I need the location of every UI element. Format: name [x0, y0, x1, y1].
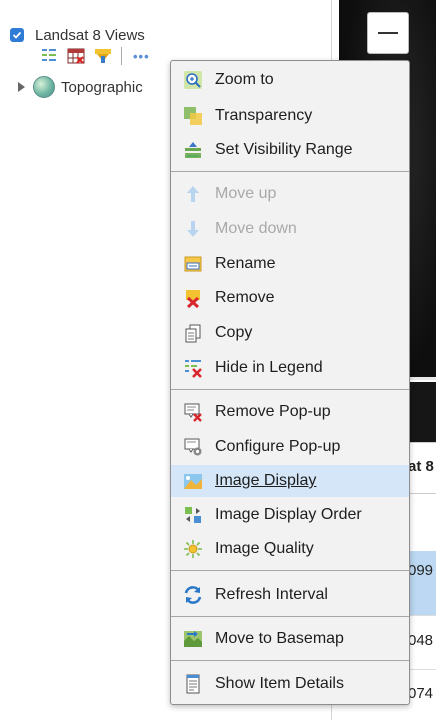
- zoom-out-button[interactable]: [367, 12, 409, 54]
- transparency-icon: [183, 106, 203, 126]
- menu-item-move-down: Move down: [171, 213, 409, 245]
- menu-item-label: Refresh Interval: [215, 586, 328, 603]
- rename-icon: [183, 254, 203, 274]
- copy-icon: [183, 323, 203, 343]
- menu-item-image-display[interactable]: Image Display: [171, 465, 409, 497]
- menu-item-label: Image Quality: [215, 540, 314, 557]
- menu-item-label: Rename: [215, 255, 276, 272]
- menu-item-label: Image Display Order: [215, 506, 362, 523]
- menu-item-label: Remove: [215, 289, 275, 306]
- arrow-down-icon: [183, 219, 203, 239]
- menu-item-move-to-basemap[interactable]: Move to Basemap: [171, 623, 409, 655]
- menu-item-configure-popup[interactable]: Configure Pop-up: [171, 431, 409, 463]
- arrow-up-icon: [183, 184, 203, 204]
- layer-tools: •••: [40, 45, 150, 67]
- menu-item-label: Image Display: [215, 472, 317, 489]
- expand-arrow-icon[interactable]: [18, 82, 25, 92]
- minus-icon: [378, 32, 398, 34]
- menu-item-label: Set Visibility Range: [215, 141, 353, 158]
- menu-item-remove[interactable]: Remove: [171, 282, 409, 314]
- menu-separator: [171, 616, 409, 617]
- menu-separator: [171, 660, 409, 661]
- globe-icon: [33, 76, 55, 98]
- image-quality-icon: [183, 539, 203, 559]
- legend-list-icon[interactable]: [40, 47, 58, 65]
- menu-separator: [171, 171, 409, 172]
- filter-icon[interactable]: [94, 47, 112, 65]
- item-details-icon: [183, 674, 203, 694]
- menu-item-label: Move to Basemap: [215, 630, 344, 647]
- image-display-order-icon: [183, 505, 203, 525]
- menu-item-label: Remove Pop-up: [215, 403, 331, 420]
- more-icon[interactable]: •••: [133, 49, 150, 64]
- menu-item-label: Show Item Details: [215, 675, 344, 692]
- hide-in-legend-icon: [183, 358, 203, 378]
- menu-separator: [171, 389, 409, 390]
- menu-item-image-quality[interactable]: Image Quality: [171, 533, 409, 565]
- layer-title[interactable]: Landsat 8 Views: [35, 27, 145, 44]
- menu-item-label: Transparency: [215, 107, 313, 124]
- visibility-range-icon: [183, 140, 203, 160]
- menu-item-refresh-interval[interactable]: Refresh Interval: [171, 579, 409, 611]
- menu-item-remove-popup[interactable]: Remove Pop-up: [171, 396, 409, 428]
- layer-context-menu: Zoom to Transparency Set Visibility Rang…: [170, 60, 410, 705]
- remove-icon: [183, 288, 203, 308]
- zoom-to-icon: [183, 70, 203, 90]
- menu-item-zoom-to[interactable]: Zoom to: [171, 64, 409, 96]
- layer-visibility-checkbox[interactable]: [10, 28, 24, 42]
- menu-item-image-display-order[interactable]: Image Display Order: [171, 499, 409, 531]
- menu-item-label: Copy: [215, 324, 253, 341]
- layer-row-landsat[interactable]: Landsat 8 Views: [10, 24, 145, 46]
- menu-item-label: Configure Pop-up: [215, 438, 341, 455]
- menu-item-show-item-details[interactable]: Show Item Details: [171, 668, 409, 700]
- table-x-icon[interactable]: [67, 47, 85, 65]
- menu-item-rename[interactable]: Rename: [171, 248, 409, 280]
- basemap-title[interactable]: Topographic: [61, 79, 143, 96]
- menu-item-label: Move down: [215, 220, 297, 237]
- menu-item-copy[interactable]: Copy: [171, 317, 409, 349]
- menu-item-label: Hide in Legend: [215, 359, 323, 376]
- configure-popup-icon: [183, 437, 203, 457]
- refresh-interval-icon: [183, 585, 203, 605]
- menu-separator: [171, 570, 409, 571]
- menu-item-label: Zoom to: [215, 71, 274, 88]
- menu-item-set-visibility-range[interactable]: Set Visibility Range: [171, 134, 409, 166]
- panel-header-clip: [0, 0, 332, 6]
- remove-popup-icon: [183, 402, 203, 422]
- image-display-icon: [183, 471, 203, 491]
- menu-item-hide-in-legend[interactable]: Hide in Legend: [171, 352, 409, 384]
- move-to-basemap-icon: [183, 629, 203, 649]
- layer-row-topographic[interactable]: Topographic: [18, 76, 143, 98]
- menu-item-move-up: Move up: [171, 178, 409, 210]
- menu-item-transparency[interactable]: Transparency: [171, 100, 409, 132]
- tools-divider: [121, 47, 122, 65]
- menu-item-label: Move up: [215, 185, 277, 202]
- checkmark-icon: [12, 31, 22, 39]
